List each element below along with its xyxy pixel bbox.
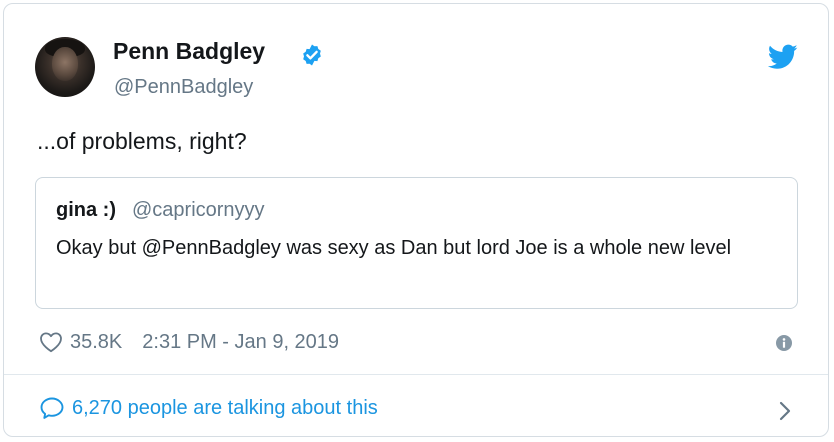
tweet-timestamp[interactable]: 2:31 PM - Jan 9, 2019: [142, 331, 339, 354]
author-avatar[interactable]: [35, 37, 95, 97]
quoted-author-name: gina :): [56, 199, 116, 221]
author-handle[interactable]: @PennBadgley: [114, 76, 253, 99]
quoted-tweet-text: Okay but @PennBadgley was sexy as Dan bu…: [56, 237, 732, 259]
quoted-author-handle: @capricornyyy: [132, 199, 265, 221]
avatar-face: [52, 47, 78, 81]
tweet-embed-card[interactable]: Penn Badgley @PennBadgley ...of problems…: [3, 3, 829, 437]
chevron-right-icon[interactable]: [778, 400, 792, 422]
info-icon[interactable]: [776, 335, 792, 351]
card-divider: [4, 374, 828, 375]
talking-about-text[interactable]: 6,270 people are talking about this: [72, 397, 378, 420]
heart-icon[interactable]: [39, 331, 63, 353]
twitter-bird-icon[interactable]: [768, 44, 798, 70]
verified-badge-icon: [303, 44, 321, 66]
like-count[interactable]: 35.8K: [70, 331, 122, 354]
reply-bubble-icon: [40, 397, 64, 419]
tweet-text: ...of problems, right?: [37, 128, 247, 154]
author-display-name[interactable]: Penn Badgley: [113, 38, 265, 65]
conversation-link[interactable]: 6,270 people are talking about this: [39, 396, 378, 420]
tweet-meta: 35.8K 2:31 PM - Jan 9, 2019: [39, 328, 339, 356]
quoted-tweet[interactable]: gina :) @capricornyyy Okay but @PennBadg…: [35, 177, 798, 309]
